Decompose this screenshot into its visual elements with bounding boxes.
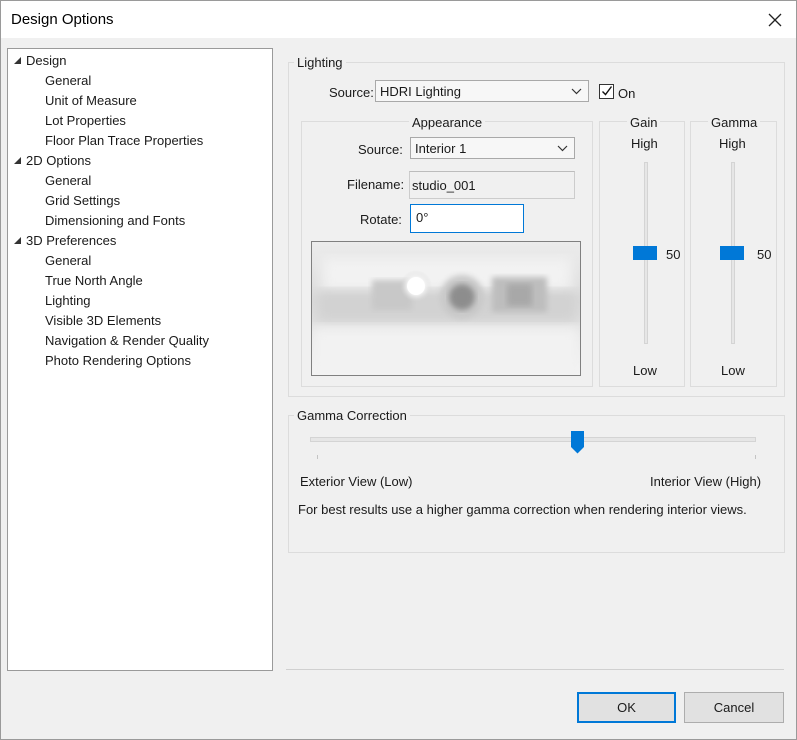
tree-item[interactable]: Lighting: [45, 291, 91, 311]
gamma-correction-slider-track[interactable]: [310, 437, 756, 442]
lighting-on-label: On: [618, 86, 636, 101]
tree-expand-arrow-icon[interactable]: [14, 151, 24, 171]
ok-button[interactable]: OK: [577, 692, 676, 723]
gamma-hint-text: For best results use a higher gamma corr…: [298, 502, 747, 517]
checkmark-icon: [602, 86, 613, 96]
tree-item[interactable]: Floor Plan Trace Properties: [45, 131, 203, 151]
gain-label: Gain: [627, 115, 661, 130]
tree-item[interactable]: True North Angle: [45, 271, 143, 291]
tree-item[interactable]: General: [45, 171, 91, 191]
slider-tick: [755, 455, 756, 459]
slider-tick: [317, 455, 318, 459]
tree-expand-arrow-icon[interactable]: [14, 51, 24, 71]
tree-category-item[interactable]: 3D Preferences: [26, 231, 116, 251]
chevron-down-icon: [571, 88, 582, 95]
dialog-title: Design Options: [11, 11, 114, 28]
filename-label: Filename:: [347, 177, 405, 192]
gamma-value: 50: [757, 247, 772, 262]
appearance-source-select[interactable]: Interior 1: [410, 137, 575, 159]
appearance-source-label: Source:: [358, 142, 403, 157]
tree-item[interactable]: Navigation & Render Quality: [45, 331, 209, 351]
tree-category-item[interactable]: Design: [26, 51, 66, 71]
appearance-group-label: Appearance: [409, 115, 486, 130]
footer-divider: [286, 669, 784, 670]
filename-field: studio_001: [409, 171, 575, 199]
gamma-correction-slider-thumb[interactable]: [571, 431, 585, 454]
tree-item[interactable]: Photo Rendering Options: [45, 351, 191, 371]
tree-expand-arrow-icon[interactable]: [14, 231, 24, 251]
rotate-input[interactable]: 0°: [410, 204, 524, 233]
tree-item[interactable]: General: [45, 71, 91, 91]
filename-value: studio_001: [412, 178, 476, 193]
gamma-low-caption: Exterior View (Low): [300, 474, 413, 489]
title-bar: Design Options: [1, 1, 796, 38]
tree-category-item[interactable]: 2D Options: [26, 151, 91, 171]
tree-item[interactable]: Lot Properties: [45, 111, 126, 131]
tree-item[interactable]: General: [45, 251, 91, 271]
gamma-high-label: High: [719, 136, 746, 151]
gamma-correction-label: Gamma Correction: [294, 408, 410, 423]
design-options-dialog: Design Options Design General Unit of Meas…: [0, 0, 797, 740]
lighting-source-select[interactable]: HDRI Lighting: [375, 80, 589, 102]
lighting-on-checkbox[interactable]: [599, 84, 614, 99]
gain-value: 50: [666, 247, 681, 262]
gain-slider-thumb[interactable]: [633, 246, 657, 260]
gamma-low-label: Low: [721, 363, 745, 378]
category-tree[interactable]: Design General Unit of Measure Lot Properti…: [7, 48, 273, 671]
close-icon: [768, 13, 782, 27]
lighting-group-label: Lighting: [294, 55, 346, 70]
gamma-high-caption: Interior View (High): [650, 474, 762, 489]
gain-high-label: High: [631, 136, 658, 151]
cancel-button[interactable]: Cancel: [684, 692, 784, 723]
lighting-source-label: Source:: [329, 85, 374, 100]
tree-item[interactable]: Unit of Measure: [45, 91, 137, 111]
close-button[interactable]: [761, 7, 789, 33]
chevron-down-icon: [557, 145, 568, 152]
rotate-label: Rotate:: [360, 212, 402, 227]
gamma-label: Gamma: [708, 115, 761, 130]
rotate-value: 0°: [416, 210, 429, 225]
hdri-preview-image: [311, 241, 581, 376]
tree-item[interactable]: Visible 3D Elements: [45, 311, 161, 331]
gain-low-label: Low: [633, 363, 657, 378]
tree-item[interactable]: Grid Settings: [45, 191, 120, 211]
appearance-source-value: Interior 1: [415, 141, 467, 156]
tree-item[interactable]: Dimensioning and Fonts: [45, 211, 185, 231]
gamma-slider-thumb[interactable]: [720, 246, 744, 260]
lighting-source-value: HDRI Lighting: [380, 84, 461, 99]
